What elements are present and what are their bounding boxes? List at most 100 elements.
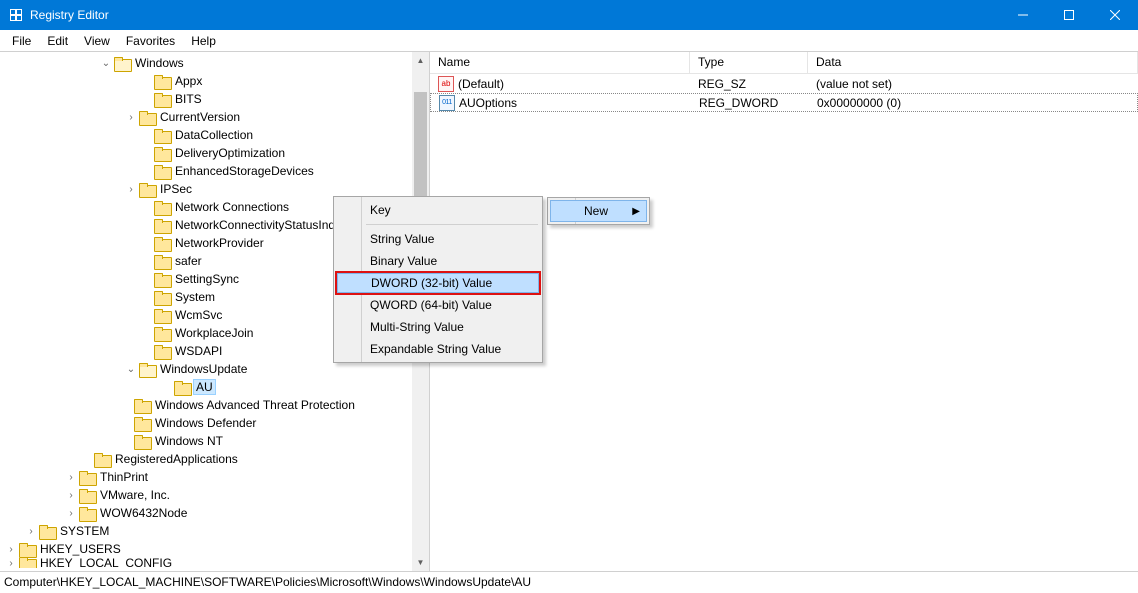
chevron-right-icon[interactable]: › [125,183,137,195]
folder-icon [154,309,170,322]
tree-item-label: CurrentVersion [159,110,241,124]
tree-item-label: Appx [174,74,203,88]
menu-edit[interactable]: Edit [39,32,76,50]
folder-icon [154,219,170,232]
folder-icon [154,327,170,340]
folder-icon [134,399,150,412]
tree-item[interactable]: ⌄Windows [0,54,429,72]
tree-item[interactable]: Appx [0,72,429,90]
menu-file[interactable]: File [4,32,39,50]
tree-item[interactable]: ›ThinPrint [0,468,429,486]
folder-icon [154,255,170,268]
value-row[interactable]: ab(Default)REG_SZ(value not set) [430,74,1138,93]
chevron-right-icon[interactable]: › [65,489,77,501]
tree-item-label: DataCollection [174,128,254,142]
column-type[interactable]: Type [690,52,808,73]
folder-icon [139,183,155,196]
tree-item[interactable]: › VMware, Inc. [0,486,429,504]
folder-icon [79,507,95,520]
column-data[interactable]: Data [808,52,1138,73]
tree-item[interactable]: BITS [0,90,429,108]
folder-icon [154,201,170,214]
tree-item[interactable]: Windows Advanced Threat Protection [0,396,429,414]
values-header: Name Type Data [430,52,1138,74]
tree-item-label: DeliveryOptimization [174,146,286,160]
folder-icon [154,237,170,250]
tree-item[interactable]: ›SYSTEM [0,522,429,540]
tree-item-label: WorkplaceJoin [174,326,254,340]
chevron-right-icon[interactable]: › [25,525,37,537]
tree-item[interactable]: DataCollection [0,126,429,144]
context-item-label: Expandable String Value [370,342,501,356]
value-type: REG_DWORD [691,96,809,110]
scroll-down-icon[interactable]: ▼ [412,554,429,571]
status-path: Computer\HKEY_LOCAL_MACHINE\SOFTWARE\Pol… [4,575,531,589]
folder-icon [139,111,155,124]
value-row[interactable]: 011AUOptionsREG_DWORD0x00000000 (0) [430,93,1138,112]
folder-icon [39,525,55,538]
title-bar: Registry Editor [0,0,1138,30]
values-list[interactable]: ab(Default)REG_SZ(value not set)011AUOpt… [430,74,1138,112]
folder-icon [19,543,35,556]
tree-item-label: HKEY_USERS [39,542,122,556]
menu-favorites[interactable]: Favorites [118,32,183,50]
folder-icon [79,471,95,484]
app-icon [8,7,24,23]
tree-item[interactable]: RegisteredApplications [0,450,429,468]
chevron-right-icon[interactable]: › [5,558,17,568]
context-item-label: String Value [370,232,434,246]
tree-item[interactable]: AU [0,378,429,396]
context-item[interactable]: Key [336,199,540,221]
tree-item-label: WSDAPI [174,344,223,358]
value-data: 0x00000000 (0) [809,96,1137,110]
chevron-right-icon[interactable]: › [65,507,77,519]
context-item[interactable]: Expandable String Value [336,338,540,360]
chevron-down-icon[interactable]: ⌄ [100,57,112,69]
maximize-button[interactable] [1046,0,1092,30]
menu-view[interactable]: View [76,32,118,50]
context-item[interactable]: String Value [336,228,540,250]
tree-item[interactable]: › WOW6432Node [0,504,429,522]
folder-icon [134,435,150,448]
tree-item[interactable]: › HKEY_USERS [0,540,429,558]
tree-item-label: WcmSvc [174,308,223,322]
tree-item[interactable]: EnhancedStorageDevices [0,162,429,180]
tree-item[interactable]: ›HKEY_LOCAL_CONFIG [0,558,429,568]
tree-item[interactable]: › CurrentVersion [0,108,429,126]
folder-icon [154,129,170,142]
folder-icon [19,558,35,568]
context-menu-new-types: Key String Value Binary ValueDWORD (32-bit… [333,196,543,363]
context-item-new[interactable]: New ▶ [550,200,647,222]
folder-icon [134,417,150,430]
context-item[interactable]: QWORD (64-bit) Value [336,294,540,316]
folder-icon [114,57,130,70]
tree-item-label: Windows Advanced Threat Protection [154,398,356,412]
tree-item-label: BITS [174,92,203,106]
tree-item-label: VMware, Inc. [99,488,171,502]
value-name: (Default) [458,77,504,91]
tree-item[interactable]: Windows NT [0,432,429,450]
column-name[interactable]: Name [430,52,690,73]
tree-item[interactable]: DeliveryOptimization [0,144,429,162]
chevron-right-icon[interactable]: › [5,543,17,555]
close-button[interactable] [1092,0,1138,30]
chevron-right-icon[interactable]: › [65,471,77,483]
scroll-up-icon[interactable]: ▲ [412,52,429,69]
status-bar: Computer\HKEY_LOCAL_MACHINE\SOFTWARE\Pol… [0,571,1138,593]
context-item[interactable]: Binary Value [336,250,540,272]
value-data: (value not set) [808,77,1138,91]
minimize-button[interactable] [1000,0,1046,30]
tree-item-label: RegisteredApplications [114,452,239,466]
context-item-highlighted[interactable]: DWORD (32-bit) Value [335,271,541,295]
chevron-right-icon[interactable]: › [125,111,137,123]
folder-icon [154,291,170,304]
tree-item-label: WOW6432Node [99,506,188,520]
menu-help[interactable]: Help [183,32,224,50]
chevron-down-icon[interactable]: ⌄ [125,363,137,375]
tree-item-label: IPSec [159,182,193,196]
content-area: ⌄Windows Appx BITS › CurrentVersion DataColle… [0,52,1138,571]
tree-item-label: Windows Defender [154,416,257,430]
context-item[interactable]: Multi-String Value [336,316,540,338]
folder-icon [154,75,170,88]
tree-item[interactable]: Windows Defender [0,414,429,432]
